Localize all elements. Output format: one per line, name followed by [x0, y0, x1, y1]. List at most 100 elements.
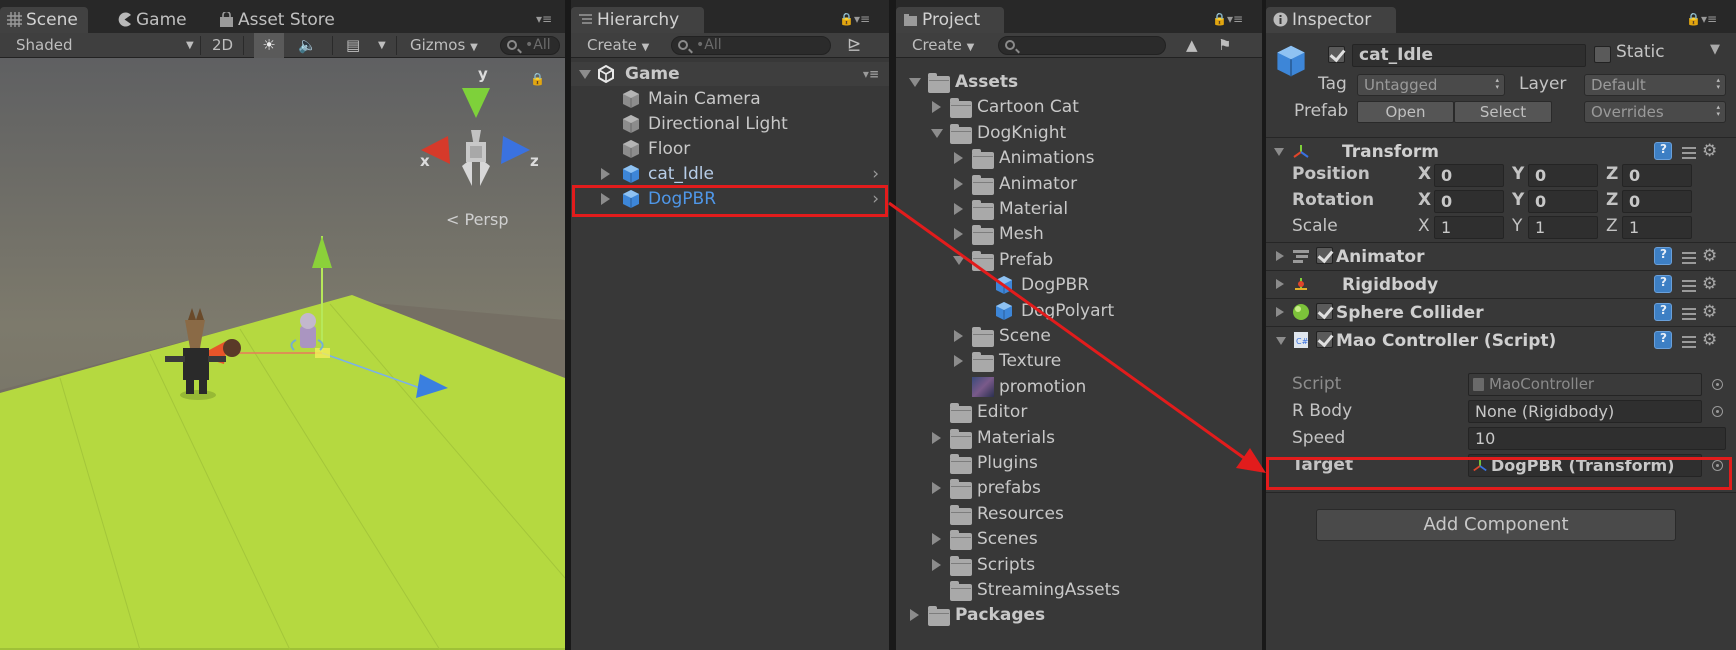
axis-z-label[interactable]: Z — [1606, 188, 1618, 212]
project-item-scripts[interactable]: Scripts — [896, 553, 1262, 577]
expand-arrow-icon[interactable] — [910, 609, 919, 622]
expand-arrow-icon[interactable] — [954, 355, 963, 368]
component-header-mao-controller-script[interactable]: C# Mao Controller (Script) ⚙ — [1266, 326, 1736, 354]
search-by-type-icon[interactable]: ▲ — [1186, 33, 1198, 58]
lock-icon[interactable]: 🔒 — [530, 72, 545, 86]
axis-z-label[interactable]: Z — [1606, 162, 1618, 186]
preset-icon[interactable] — [1682, 277, 1696, 293]
expand-arrow-icon[interactable] — [932, 431, 941, 444]
transform-rotation-y-input[interactable]: 0 — [1528, 190, 1598, 213]
hierarchy-search-input[interactable]: •All — [671, 36, 831, 55]
fold-arrow-icon[interactable] — [1276, 279, 1284, 289]
project-item-promotion[interactable]: promotion — [896, 375, 1262, 399]
preset-icon[interactable] — [1682, 144, 1696, 160]
object-picker-icon[interactable] — [1712, 406, 1723, 417]
expand-arrow-icon[interactable] — [954, 152, 963, 165]
prefab-overrides-dropdown[interactable]: Overrides — [1584, 101, 1726, 123]
project-item-animator[interactable]: Animator — [896, 172, 1262, 196]
script-field[interactable]: MaoController — [1468, 373, 1702, 396]
static-checkbox[interactable] — [1594, 46, 1611, 63]
hierarchy-item-floor[interactable]: Floor — [571, 137, 889, 161]
panel-menu-icon[interactable]: ▾≡ — [536, 12, 552, 26]
transform-position-y-input[interactable]: 0 — [1528, 164, 1598, 187]
gear-icon[interactable]: ⚙ — [1702, 143, 1717, 160]
expand-arrow-icon[interactable] — [579, 70, 591, 79]
project-item-prefabs[interactable]: prefabs — [896, 476, 1262, 500]
project-item-materials[interactable]: Materials — [896, 426, 1262, 450]
preset-icon[interactable] — [1682, 305, 1696, 321]
gizmos-dropdown[interactable]: Gizmos ▼ — [410, 33, 478, 58]
axis-z-label[interactable]: Z — [1606, 214, 1618, 238]
transform-scale-y-input[interactable]: 1 — [1528, 216, 1598, 239]
component-enabled-checkbox[interactable] — [1316, 247, 1333, 264]
rbody-field[interactable]: None (Rigidbody) — [1468, 400, 1702, 423]
object-name-input[interactable]: cat_Idle — [1352, 44, 1586, 67]
project-create-dropdown[interactable]: Create ▼ — [912, 33, 974, 58]
expand-arrow-icon[interactable] — [932, 482, 941, 495]
inspector-lock-icon[interactable]: 🔒▾≡ — [1686, 12, 1717, 26]
project-item-texture[interactable]: Texture — [896, 349, 1262, 373]
perspective-toggle[interactable]: < Persp — [446, 210, 509, 229]
expand-arrow-icon[interactable] — [932, 558, 941, 571]
static-dropdown-arrow-icon[interactable]: ▼ — [1710, 38, 1720, 62]
component-enabled-checkbox[interactable] — [1316, 331, 1333, 348]
project-item-resources[interactable]: Resources — [896, 502, 1262, 526]
prefab-select-button[interactable]: Select — [1454, 101, 1552, 123]
help-icon[interactable] — [1654, 247, 1672, 265]
expand-arrow-icon[interactable] — [954, 330, 963, 342]
shading-mode-dropdown[interactable]: Shaded — [16, 33, 73, 58]
toggle-2d-button[interactable]: 2D — [212, 33, 233, 58]
scene-search-input[interactable]: •All — [500, 36, 560, 55]
transform-scale-z-input[interactable]: 1 — [1622, 216, 1692, 239]
project-item-mesh[interactable]: Mesh — [896, 222, 1262, 246]
tab-hierarchy[interactable]: Hierarchy — [571, 7, 704, 33]
component-header-animator[interactable]: Animator ⚙ — [1266, 242, 1736, 270]
hierarchy-item-cat-idle[interactable]: cat_Idle › — [571, 162, 889, 186]
axis-y-label[interactable]: Y — [1512, 214, 1522, 238]
component-enabled-checkbox[interactable] — [1316, 303, 1333, 320]
tag-dropdown[interactable]: Untagged — [1357, 74, 1505, 96]
gear-icon[interactable]: ⚙ — [1702, 332, 1717, 349]
project-item-cartoon-cat[interactable]: Cartoon Cat — [896, 95, 1262, 119]
axis-y-label[interactable]: Y — [1512, 188, 1524, 212]
gear-icon[interactable]: ⚙ — [1702, 304, 1717, 321]
collapse-arrow-icon[interactable] — [909, 78, 921, 87]
project-item-dogpbr[interactable]: DogPBR — [896, 273, 1262, 297]
gear-icon[interactable]: ⚙ — [1702, 276, 1717, 293]
transform-scale-x-input[interactable]: 1 — [1434, 216, 1504, 239]
axis-x-label[interactable]: X — [1418, 188, 1431, 212]
collapse-arrow-icon[interactable] — [953, 255, 965, 265]
expand-arrow-icon[interactable] — [601, 168, 610, 180]
tab-project[interactable]: Project — [896, 7, 1004, 33]
hierarchy-create-dropdown[interactable]: Create ▼ — [587, 33, 649, 58]
fold-arrow-icon[interactable] — [1276, 251, 1284, 261]
project-item-scenes[interactable]: Scenes — [896, 527, 1262, 551]
scene-menu-icon[interactable]: ▾≡ — [863, 62, 879, 86]
transform-component-header[interactable]: Transform ⚙ — [1266, 137, 1736, 165]
fold-arrow-icon[interactable] — [1276, 337, 1286, 345]
search-by-label-icon[interactable]: ⚑ — [1218, 33, 1231, 58]
tab-scene[interactable]: Scene — [0, 7, 88, 33]
transform-position-z-input[interactable]: 0 — [1622, 164, 1692, 187]
help-icon[interactable] — [1654, 303, 1672, 321]
add-component-button[interactable]: Add Component — [1316, 509, 1676, 541]
orientation-gizmo[interactable] — [0, 58, 565, 650]
help-icon[interactable] — [1654, 142, 1672, 160]
transform-rotation-x-input[interactable]: 0 — [1434, 190, 1504, 213]
axis-x-label[interactable]: X — [1418, 162, 1431, 186]
hierarchy-item-directional-light[interactable]: Directional Light — [571, 112, 889, 136]
component-header-rigidbody[interactable]: Rigidbody ⚙ — [1266, 270, 1736, 298]
hierarchy-lock-icon[interactable]: 🔒▾≡ — [839, 12, 870, 26]
project-item-prefab[interactable]: Prefab — [896, 248, 1262, 272]
project-item-dogpolyart[interactable]: DogPolyart — [896, 299, 1262, 323]
expand-arrow-icon[interactable] — [954, 203, 963, 215]
preset-icon[interactable] — [1682, 249, 1696, 265]
tab-inspector[interactable]: Inspector — [1266, 7, 1396, 33]
object-picker-icon[interactable] — [1712, 379, 1723, 390]
project-item-plugins[interactable]: Plugins — [896, 451, 1262, 475]
expand-arrow-icon[interactable] — [954, 177, 963, 190]
preset-icon[interactable] — [1682, 333, 1696, 349]
fold-arrow-icon[interactable] — [1274, 148, 1284, 156]
tab-game[interactable]: Game — [110, 7, 197, 33]
prefab-open-chevron-icon[interactable]: › — [872, 162, 879, 186]
